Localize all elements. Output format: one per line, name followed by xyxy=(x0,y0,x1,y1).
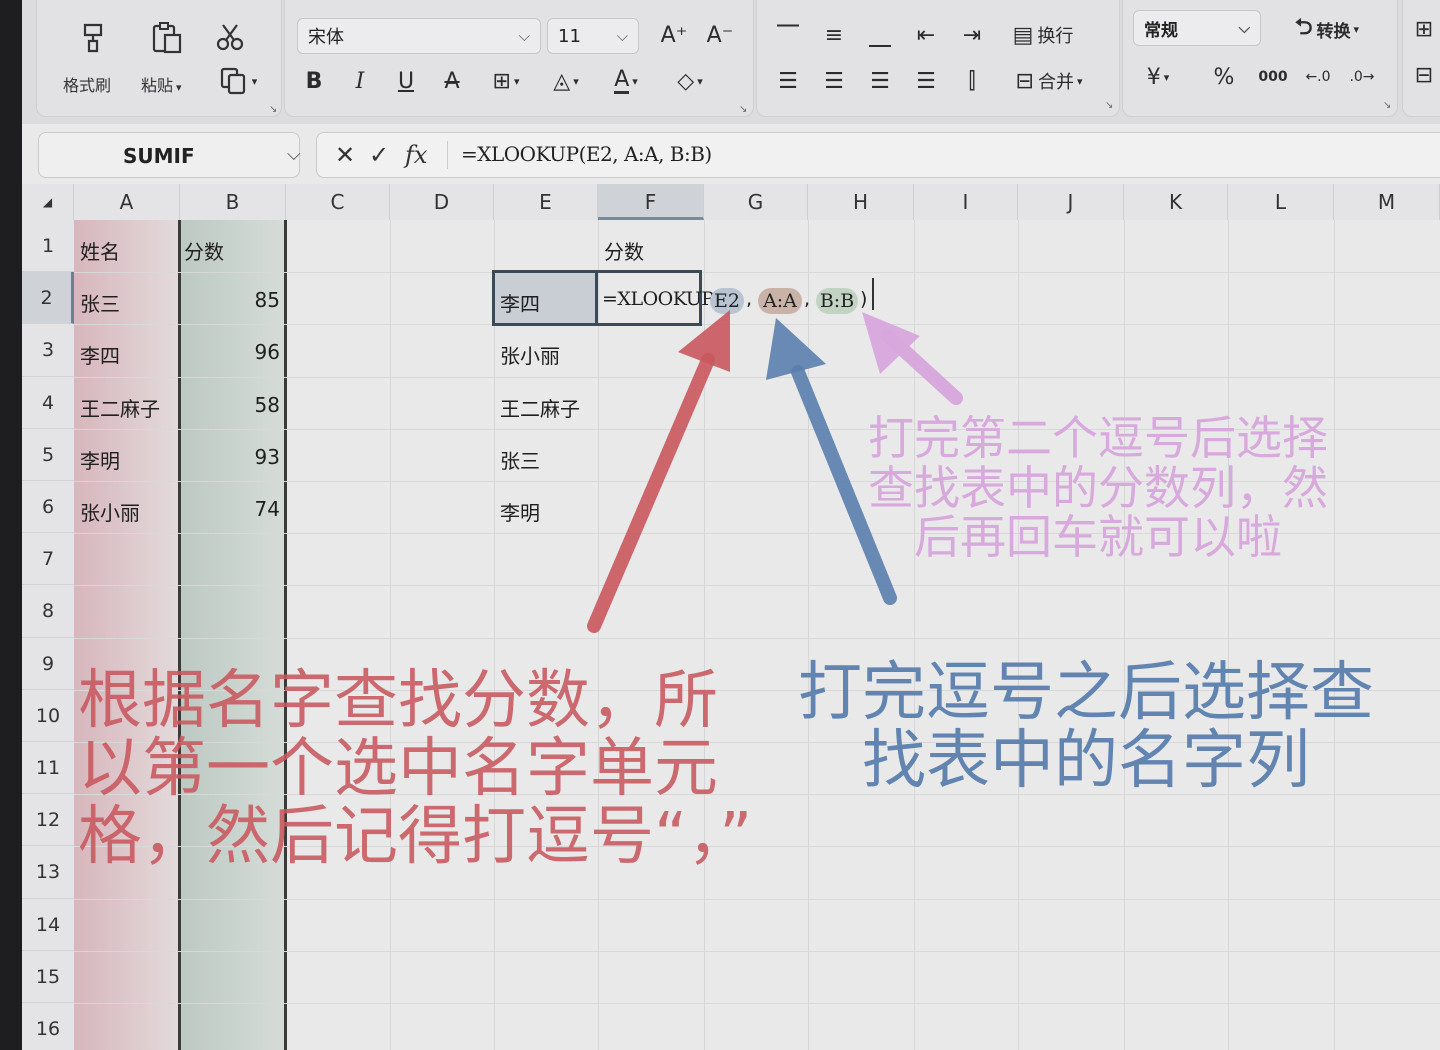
spreadsheet-window: 格式刷 粘贴 ▾ ▾ ↘ 宋体 ⌵ 11 ⌵ A⁺ A⁻ B I U A ⊞ ▾ ◬ ▾ xyxy=(22,0,1440,1050)
annotation-pink-text: 打完第二个逗号后选择 查找表中的分数列，然 后再回车就可以啦 xyxy=(868,411,1328,565)
annotation-red-text: 根据名字查找分数，所 以第一个选中名字单元 格，然后记得打逗号“，” xyxy=(78,664,753,874)
red-arrow xyxy=(587,310,730,633)
annotation-blue-text: 打完逗号之后选择查 找表中的名字列 xyxy=(798,656,1374,798)
pink-arrow xyxy=(862,312,963,405)
